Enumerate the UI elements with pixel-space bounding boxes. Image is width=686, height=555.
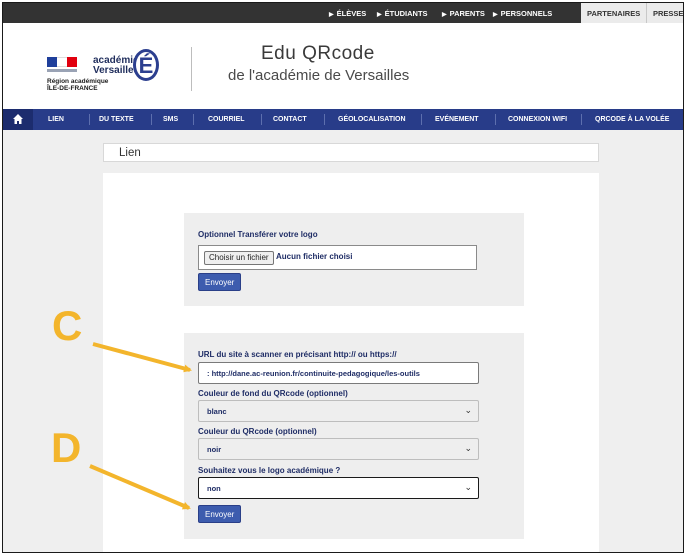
annotation-arrows [89, 342, 192, 510]
arrow-c [92, 342, 192, 373]
arrow-d [89, 464, 191, 510]
